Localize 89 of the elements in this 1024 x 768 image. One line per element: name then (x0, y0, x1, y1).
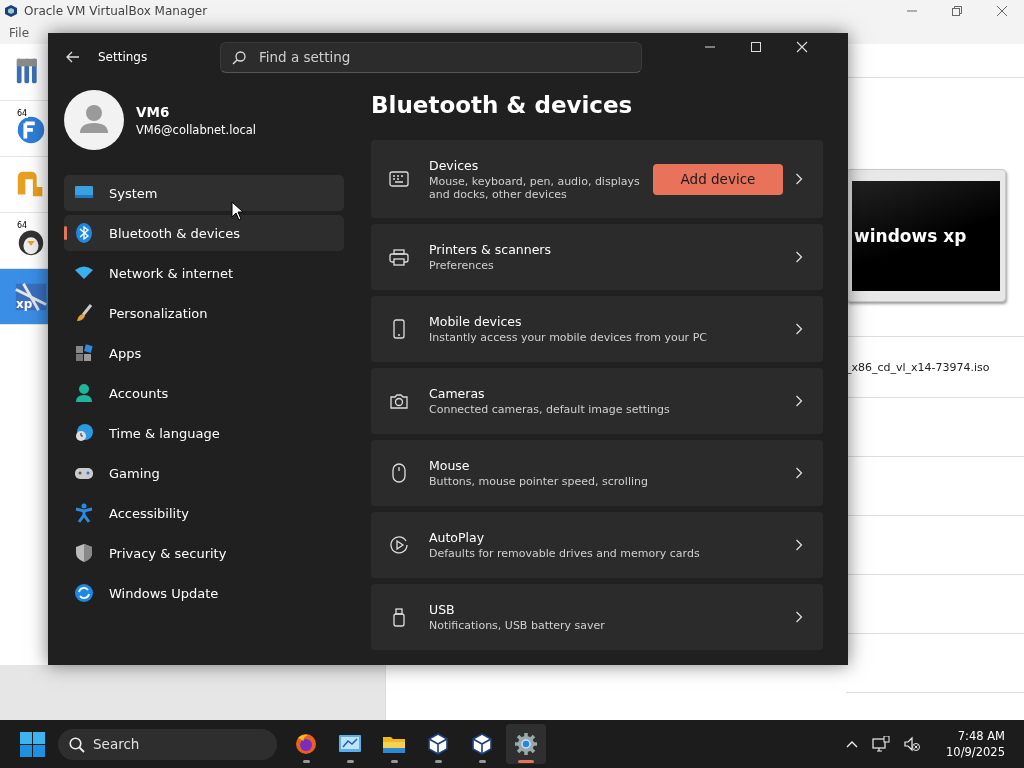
taskbar-app[interactable] (506, 724, 546, 764)
card-title: USB (429, 602, 456, 617)
chevron-right-icon (795, 323, 803, 335)
badge-text: 64 (16, 221, 29, 230)
card-title: Cameras (429, 386, 486, 401)
vm-list-item[interactable]: xp (0, 269, 48, 325)
nav-item[interactable]: Windows Update (64, 575, 344, 611)
window-title: Settings (98, 50, 149, 64)
accessibility-icon (74, 503, 94, 523)
card-title: Mobile devices (429, 314, 523, 329)
chevron-right-icon (795, 539, 803, 551)
menu-item[interactable]: File (9, 26, 30, 40)
vm-list-item[interactable]: 64 (0, 101, 48, 157)
back-icon[interactable] (66, 50, 80, 64)
start-icon[interactable] (20, 731, 45, 757)
file-name: _x86_cd_vl_x14-73974.iso (846, 361, 990, 374)
chevron-right-icon (795, 611, 803, 623)
card-description: Buttons, mouse pointer speed, scrolling (429, 475, 649, 488)
settings-card[interactable]: Mouse Buttons, mouse pointer speed, scrolling (371, 440, 823, 506)
close-icon[interactable] (996, 6, 1007, 16)
search-icon (232, 50, 246, 65)
paintbrush-icon (74, 303, 94, 323)
camera-icon (389, 391, 409, 411)
card-description: Preferences (429, 259, 495, 272)
clock[interactable]: 7:48 AM 10/9/2025 (946, 728, 1005, 760)
person-icon (74, 383, 94, 403)
app-logo-icon (4, 4, 18, 18)
nav-item[interactable]: Bluetooth & devices (64, 215, 344, 251)
avatar-icon (64, 90, 124, 150)
add-device-button[interactable]: Add device (653, 163, 783, 195)
nav-item[interactable]: Accounts (64, 375, 344, 411)
update-icon (74, 583, 94, 603)
cube-icon (426, 732, 450, 756)
maximize-icon[interactable] (750, 41, 762, 53)
card-title: AutoPlay (429, 530, 486, 545)
browser-icon (294, 732, 318, 756)
settings-card[interactable]: AutoPlay Defaults for removable drives and memory cards (371, 512, 823, 578)
mouse-icon (389, 463, 409, 483)
date-text: 10/9/2025 (946, 744, 1005, 760)
settings-card[interactable]: Printers & scanners Preferences (371, 224, 823, 290)
restore-icon[interactable] (951, 6, 962, 16)
chevron-right-icon (795, 395, 803, 407)
settings-search-field[interactable]: Find a setting (220, 41, 642, 73)
shield-icon (74, 543, 94, 563)
nav-item[interactable]: Time & language (64, 415, 344, 451)
chevron-right-icon (795, 467, 803, 479)
window-title: Oracle VM VirtualBox Manager (24, 4, 209, 18)
badge-text: xp (16, 297, 33, 311)
settings-card[interactable]: USB Notifications, USB battery saver (371, 584, 823, 650)
preview-caption: windows xp (854, 225, 967, 246)
apps-icon (74, 343, 94, 363)
chevron-right-icon (795, 251, 803, 263)
search-icon (69, 736, 85, 753)
card-title: Printers & scanners (429, 242, 553, 257)
nav-item[interactable]: Gaming (64, 455, 344, 491)
card-description: Instantly access your mobile devices from your PC (429, 331, 708, 344)
card-title: Devices (429, 157, 480, 173)
keyboard-icon (389, 169, 409, 189)
gear-icon (514, 732, 538, 756)
settings-card[interactable]: Cameras Connected cameras, default image settings (371, 368, 823, 434)
printer-icon (389, 247, 409, 267)
page-heading: Bluetooth & devices (371, 92, 634, 118)
account-name: VM6 (136, 103, 171, 120)
chevron-up-icon[interactable] (846, 740, 859, 748)
nav-item[interactable]: Network & internet (64, 255, 344, 291)
time-text: 7:48 AM (957, 728, 1005, 744)
network-icon[interactable] (872, 736, 891, 752)
play-circle-icon (389, 535, 409, 555)
nav-item[interactable]: System (64, 175, 344, 211)
settings-card[interactable]: Devices Mouse, keyboard, pen, audio, displays and docks, other devices Add device (371, 140, 823, 218)
volume-muted-icon[interactable] (904, 736, 921, 752)
card-description: Connected cameras, default image settings (429, 403, 671, 416)
taskbar-search-field[interactable]: Search (58, 728, 277, 760)
badge-text: 64 (16, 109, 29, 118)
chevron-right-icon (795, 173, 803, 185)
bluetooth-icon (74, 223, 94, 243)
card-description: Mouse, keyboard, pen, audio, displays and docks, other devices (429, 174, 641, 201)
mouse-cursor-icon (231, 201, 245, 221)
card-title: Mouse (429, 458, 471, 473)
nav-item[interactable]: Accessibility (64, 495, 344, 531)
card-description: Defaults for removable drives and memory cards (429, 547, 701, 560)
account-email: VM6@collabnet.local (136, 122, 257, 137)
cube-icon (470, 732, 494, 756)
clock-globe-icon (74, 423, 94, 443)
settings-card[interactable]: Mobile devices Instantly access your mobile devices from your PC (371, 296, 823, 362)
nav-item[interactable]: Apps (64, 335, 344, 371)
nav-item[interactable]: Personalization (64, 295, 344, 331)
card-description: Notifications, USB battery saver (429, 619, 606, 632)
nav-item[interactable]: Privacy & security (64, 535, 344, 571)
